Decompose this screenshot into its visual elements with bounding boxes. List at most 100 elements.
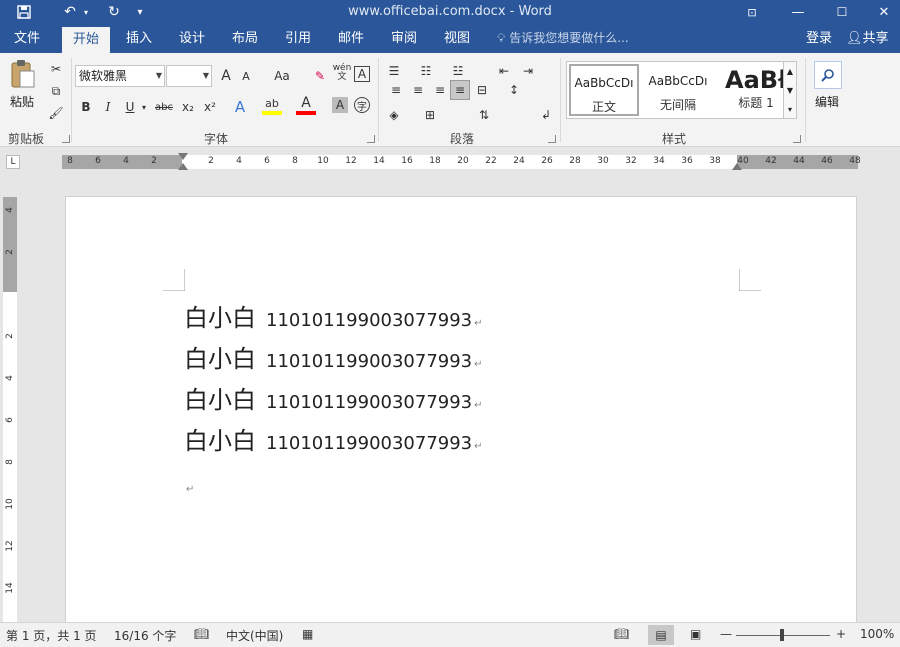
font-name-combo[interactable]: 微软雅黑 ▼ (75, 65, 165, 87)
text-effects-icon[interactable]: A (230, 97, 250, 117)
group-divider (71, 58, 72, 142)
chevron-down-icon[interactable]: ▾ (138, 97, 150, 117)
styles-launcher-icon[interactable] (793, 135, 801, 143)
bold-button[interactable]: B (76, 97, 96, 117)
paste-button[interactable]: 粘贴 (10, 93, 34, 110)
show-marks-icon[interactable]: ↲ (536, 105, 556, 125)
ruler-number: 6 (5, 417, 15, 423)
document-line[interactable]: 白小白 110101199003077993 ↵ (184, 380, 483, 415)
tab-home[interactable]: 开始 (62, 27, 110, 53)
align-left-icon[interactable]: ≡ (386, 80, 406, 100)
document-line[interactable]: 白小白 110101199003077993 ↵ (184, 339, 483, 374)
tab-view[interactable]: 视图 (434, 24, 480, 53)
character-shading-icon[interactable]: A (332, 97, 348, 113)
decrease-indent-icon[interactable]: ⇤ (494, 61, 514, 81)
right-indent-marker[interactable] (732, 163, 742, 170)
font-name-value: 微软雅黑 (79, 69, 128, 83)
tab-file[interactable]: 文件 (0, 24, 54, 53)
tell-me-text: 告诉我您想要做什么... (509, 31, 629, 45)
ribbon-display-options-icon[interactable]: ⊡ (732, 0, 772, 24)
tab-review[interactable]: 审阅 (381, 24, 427, 53)
minimize-icon[interactable]: — (778, 0, 818, 24)
distributed-icon[interactable]: ⊟ (472, 80, 492, 100)
strikethrough-button[interactable]: abc (152, 97, 176, 117)
multilevel-list-icon[interactable]: ☳ (448, 61, 468, 81)
ruler-number: 4 (5, 375, 15, 381)
find-icon[interactable] (814, 61, 842, 89)
paragraph-launcher-icon[interactable] (548, 135, 556, 143)
bullets-icon[interactable]: ☰ (384, 61, 404, 81)
style-no-spacing[interactable]: AaBbCcDı 无间隔 (643, 64, 713, 116)
vertical-ruler[interactable]: 42246810121416 (3, 197, 17, 636)
font-size-combo[interactable]: ▼ (166, 65, 212, 87)
read-mode-icon[interactable]: 📖︎ (614, 627, 629, 641)
highlight-icon[interactable]: ab (262, 95, 282, 115)
align-right-icon[interactable]: ≡ (430, 80, 450, 100)
document-line[interactable]: 白小白 110101199003077993 ↵ (184, 298, 483, 333)
styles-gallery: AaBbCcDı 正文 AaBbCcDı 无间隔 AaBł 标题 1 (566, 61, 796, 119)
margin-corner-top-left (163, 269, 185, 291)
zoom-slider-thumb[interactable] (780, 629, 784, 641)
enclose-characters-icon[interactable]: 字 (354, 97, 370, 113)
character-border-icon[interactable]: A (354, 66, 370, 82)
macro-icon[interactable]: ▦ (302, 627, 313, 641)
sort-icon[interactable]: ⇅ (474, 105, 494, 125)
style-normal[interactable]: AaBbCcDı 正文 (569, 64, 639, 116)
increase-indent-icon[interactable]: ⇥ (518, 61, 538, 81)
italic-button[interactable]: I (98, 97, 118, 117)
name-text: 白小白 (184, 345, 256, 373)
document-line[interactable]: 白小白 110101199003077993 ↵ (184, 421, 483, 456)
styles-scroll[interactable]: ▲ ▼ ▾ (783, 61, 797, 119)
tab-design[interactable]: 设计 (169, 24, 215, 53)
tab-selector[interactable]: L (6, 155, 20, 169)
justify-icon[interactable]: ≡ (450, 80, 470, 100)
tab-insert[interactable]: 插入 (116, 24, 162, 53)
tell-me-search[interactable]: 💡︎ 告诉我您想要做什么... (497, 24, 629, 53)
print-layout-icon[interactable]: ▤ (648, 625, 674, 645)
close-icon[interactable]: ✕ (864, 0, 900, 24)
underline-button[interactable]: U (120, 97, 140, 117)
align-center-icon[interactable]: ≡ (408, 80, 428, 100)
superscript-button[interactable]: x² (200, 97, 220, 117)
format-painter-icon[interactable]: 🖌︎ (46, 103, 66, 123)
word-count[interactable]: 16/16 个字 (114, 627, 176, 644)
ruler-number: 12 (5, 540, 15, 552)
clipboard-launcher-icon[interactable] (62, 135, 70, 143)
numbering-icon[interactable]: ☷ (416, 61, 436, 81)
empty-paragraph[interactable]: ↵ (184, 470, 194, 498)
phonetic-guide-icon[interactable]: wén 文 (332, 63, 352, 83)
tab-mailings[interactable]: 邮件 (328, 24, 374, 53)
font-launcher-icon[interactable] (367, 135, 375, 143)
tab-references[interactable]: 引用 (275, 24, 321, 53)
shading-icon[interactable]: ◈ (384, 105, 404, 125)
share-button[interactable]: 👤︎共享 (846, 24, 889, 53)
page-count[interactable]: 第 1 页，共 1 页 (6, 627, 97, 644)
first-line-indent-marker[interactable] (178, 153, 188, 160)
grow-font-icon[interactable]: A (216, 66, 236, 86)
paste-icon[interactable] (10, 59, 36, 89)
ruler-number: 8 (292, 156, 298, 166)
tab-layout[interactable]: 布局 (222, 24, 268, 53)
shrink-font-icon[interactable]: A (236, 66, 256, 86)
zoom-level[interactable]: 100% (860, 627, 894, 641)
clear-formatting-icon[interactable]: ✎ (310, 66, 330, 86)
copy-icon[interactable]: ⧉ (46, 81, 66, 101)
hanging-indent-marker[interactable] (178, 163, 188, 170)
font-color-icon[interactable]: A (296, 95, 316, 115)
web-layout-icon[interactable]: ▣ (690, 627, 701, 641)
editing-button[interactable]: 编辑 (815, 93, 839, 110)
proofing-icon[interactable]: 📖︎ (194, 627, 209, 641)
name-text: 白小白 (184, 427, 256, 455)
subscript-button[interactable]: x₂ (178, 97, 198, 117)
change-case-icon[interactable]: Aa (268, 66, 296, 86)
zoom-out-icon[interactable]: — (720, 627, 732, 641)
zoom-in-icon[interactable]: + (836, 627, 846, 641)
cut-icon[interactable]: ✂ (46, 59, 66, 79)
horizontal-ruler[interactable]: 8642 2 4 6 8 10 12 14 16 18 20 22 24 26 28 30 32 34 36 38 4… (62, 153, 861, 170)
borders-icon[interactable]: ⊞ (420, 105, 440, 125)
restore-icon[interactable]: ☐ (822, 0, 862, 24)
login-button[interactable]: 登录 (806, 24, 832, 53)
lightbulb-icon: 💡︎ (497, 31, 510, 45)
language[interactable]: 中文(中国) (226, 627, 283, 644)
line-spacing-icon[interactable]: ↕ (504, 80, 524, 100)
